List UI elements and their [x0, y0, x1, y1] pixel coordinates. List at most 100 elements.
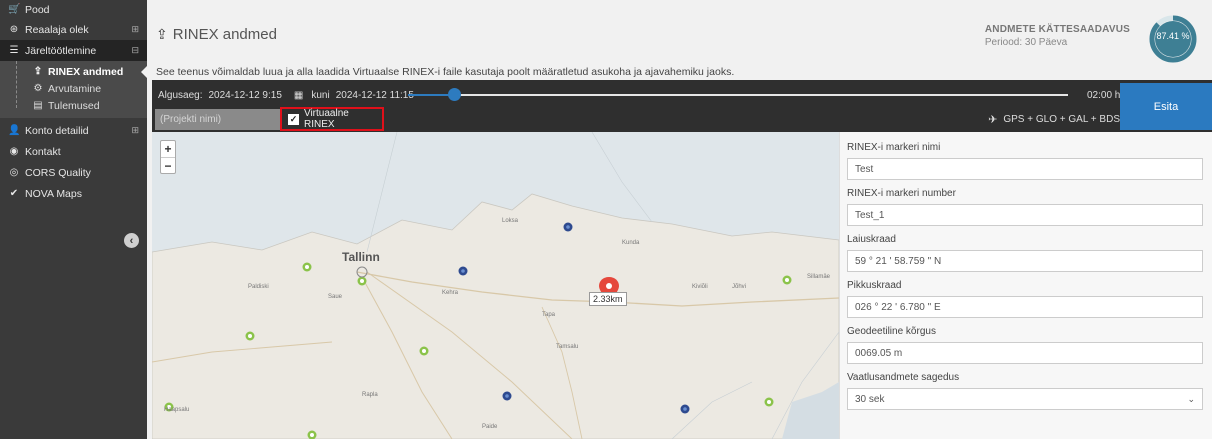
- marker-number-field: RINEX-i markeri number Test_1: [847, 188, 1203, 226]
- sidebar-submenu: ⇪ RINEX andmed ⚙ Arvutamine ▤ Tulemused: [0, 61, 147, 118]
- zoom-in-button[interactable]: +: [161, 141, 175, 157]
- until-label: kuni: [311, 90, 330, 101]
- town-label: Tamsalu: [556, 344, 579, 350]
- sidebar-subitem-label: Tulemused: [48, 99, 100, 112]
- start-label: Algusaeg:: [158, 90, 203, 101]
- map-view[interactable]: Tallinn Paldiski Saue Kehra Loksa Kunda …: [152, 132, 839, 439]
- station-green[interactable]: [357, 276, 367, 286]
- page-title: ⇪ RINEX andmed: [156, 26, 277, 43]
- height-input[interactable]: 0069.05 m: [847, 342, 1203, 364]
- field-label: RINEX-i markeri number: [847, 188, 956, 199]
- collapse-icon[interactable]: ⊟: [131, 45, 139, 56]
- sidebar-item-kontakt[interactable]: ◉ Kontakt: [0, 141, 147, 162]
- sidebar-item-label: CORS Quality: [25, 166, 91, 179]
- longitude-input[interactable]: 026 ° 22 ' 6.780 " E: [847, 296, 1203, 318]
- station-green[interactable]: [764, 397, 774, 407]
- sampling-rate-select[interactable]: 30 sek ⌄: [847, 388, 1203, 410]
- expand-icon[interactable]: ⊞: [131, 125, 139, 136]
- sidebar-item-cors-quality[interactable]: ◎ CORS Quality: [0, 162, 147, 183]
- sidebar-item-label: Reaalaja olek: [25, 23, 89, 36]
- town-label: Jõhvi: [732, 284, 747, 290]
- town-label: Kiviõli: [692, 284, 708, 290]
- longitude-field: Pikkuskraad 026 ° 22 ' 6.780 " E: [847, 280, 1203, 318]
- sidebar-subitem-arvutamine[interactable]: ⚙ Arvutamine: [0, 80, 147, 97]
- town-label: Loksa: [502, 218, 519, 224]
- slider-handle[interactable]: [448, 88, 461, 101]
- sidebar: 🛒 Pood ⊛ Reaalaja olek ⊞ ☰ Järeltöötlemi…: [0, 0, 147, 439]
- sidebar-subitem-rinex-andmed[interactable]: ⇪ RINEX andmed: [0, 63, 147, 80]
- town-label: Haapsalu: [164, 407, 190, 413]
- start-value[interactable]: 2024-12-12 9:15: [208, 90, 281, 101]
- field-label: Vaatlusandmete sagedus: [847, 372, 960, 383]
- field-label: RINEX-i markeri nimi: [847, 142, 941, 153]
- calendar-icon[interactable]: ▦: [294, 90, 303, 101]
- sidebar-item-label: Kontakt: [25, 145, 61, 158]
- marker-name-field: RINEX-i markeri nimi Test: [847, 142, 1203, 180]
- target-icon: ◎: [9, 167, 19, 178]
- availability-summary: ANDMETE KÄTTESAADAVUS Periood: 30 Päeva: [985, 24, 1130, 48]
- marker-number-input[interactable]: Test_1: [847, 204, 1203, 226]
- gears-icon: ⚙: [33, 83, 43, 94]
- sidebar-item-jareltootlemine[interactable]: ☰ Järeltöötlemine ⊟: [0, 40, 147, 61]
- sidebar-item-label: Järeltöötlemine: [25, 44, 97, 57]
- height-field: Geodeetiline kõrgus 0069.05 m: [847, 326, 1203, 364]
- sidebar-item-pood[interactable]: 🛒 Pood: [0, 0, 147, 19]
- latitude-input[interactable]: 59 ° 21 ' 58.759 " N: [847, 250, 1203, 272]
- sidebar-item-nova-maps[interactable]: ✔ NOVA Maps: [0, 183, 147, 204]
- field-label: Pikkuskraad: [847, 280, 902, 291]
- submit-button[interactable]: Esita: [1120, 83, 1212, 130]
- town-label: Saue: [328, 294, 343, 300]
- time-toolbar: Algusaeg: 2024-12-12 9:15 ▦ kuni 2024-12…: [152, 80, 1212, 132]
- upload-icon: ⇪: [33, 66, 43, 77]
- town-label: Paide: [482, 424, 498, 430]
- virtual-rinex-label: Virtuaalne RINEX: [303, 108, 349, 130]
- town-label: Kehra: [442, 290, 459, 296]
- marker-name-input[interactable]: Test: [847, 158, 1203, 180]
- station-blue[interactable]: [680, 404, 690, 414]
- station-green[interactable]: [302, 262, 312, 272]
- selected-value: 30 sek: [855, 393, 885, 405]
- sidebar-subitem-tulemused[interactable]: ▤ Tulemused: [0, 97, 147, 114]
- satellite-icon: ✈: [988, 114, 998, 126]
- latitude-field: Laiuskraad 59 ° 21 ' 58.759 " N: [847, 234, 1203, 272]
- station-green[interactable]: [245, 331, 255, 341]
- expand-icon[interactable]: ⊞: [131, 24, 139, 35]
- field-label: Laiuskraad: [847, 234, 896, 245]
- virtual-rinex-checkbox[interactable]: ✓ Virtuaalne RINEX: [280, 107, 384, 131]
- sidebar-item-reaalaja-olek[interactable]: ⊛ Reaalaja olek ⊞: [0, 19, 147, 40]
- gnss-label: GPS + GLO + GAL + BDS: [1003, 114, 1120, 125]
- distance-tooltip: 2.33km: [589, 292, 627, 306]
- marker-form-panel: RINEX-i markeri nimi Test RINEX-i marker…: [839, 132, 1212, 439]
- field-label: Geodeetiline kõrgus: [847, 326, 936, 337]
- town-label: Sillamäe: [807, 274, 831, 280]
- checkbox-checked-icon[interactable]: ✓: [288, 113, 299, 125]
- duration-slider[interactable]: [408, 88, 1068, 101]
- gnss-systems[interactable]: ✈ GPS + GLO + GAL + BDS: [988, 113, 1120, 126]
- zoom-out-button[interactable]: −: [161, 157, 175, 173]
- table-icon: ▤: [33, 100, 43, 111]
- sidebar-item-konto-detailid[interactable]: 👤 Konto detailid ⊞: [0, 120, 147, 141]
- availability-period: Periood: 30 Päeva: [984, 37, 1068, 48]
- station-blue[interactable]: [563, 222, 573, 232]
- station-green[interactable]: [782, 275, 792, 285]
- until-value: 2024-12-12 11:15: [335, 90, 414, 101]
- user-icon: 👤: [8, 125, 21, 136]
- sidebar-item-label: NOVA Maps: [25, 187, 82, 200]
- duration-value: 02:00 h: [1087, 90, 1121, 101]
- station-blue[interactable]: [502, 391, 512, 401]
- station-blue[interactable]: [458, 266, 468, 276]
- zoom-control: + −: [160, 140, 176, 174]
- page-description: See teenus võimaldab luua ja alla laadid…: [156, 66, 735, 78]
- availability-value: 87.41 %: [1156, 31, 1190, 41]
- location-icon: ⊛: [9, 24, 19, 35]
- check-icon: ✔: [9, 188, 19, 199]
- active-indicator: [141, 66, 147, 78]
- town-label: Paldiski: [248, 284, 269, 290]
- station-green[interactable]: [419, 346, 429, 356]
- collapse-sidebar-icon[interactable]: ‹: [124, 233, 139, 248]
- database-icon: ☰: [9, 45, 19, 56]
- time-range: Algusaeg: 2024-12-12 9:15 ▦ kuni 2024-12…: [158, 90, 414, 101]
- project-name-input[interactable]: [155, 109, 280, 130]
- sidebar-subitem-label: Arvutamine: [48, 82, 102, 95]
- availability-label: ANDMETE KÄTTESAADAVUS: [984, 24, 1130, 35]
